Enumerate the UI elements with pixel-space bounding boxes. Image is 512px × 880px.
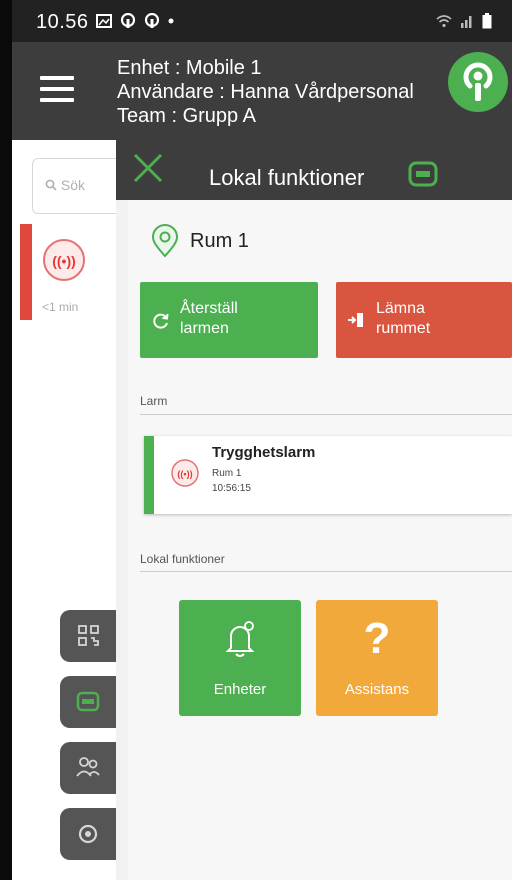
reset-label-line1: Återställ [180, 300, 238, 317]
safety-alarm-icon: ((•)) [171, 459, 199, 487]
reset-label-line2: larmen [180, 320, 229, 337]
close-icon[interactable] [130, 150, 166, 186]
device-button[interactable] [60, 676, 116, 728]
leave-room-label: Lämna rummet [376, 299, 430, 339]
alarm-list-icon[interactable]: ((•)) [36, 236, 92, 284]
people-icon [76, 757, 100, 777]
settings-icon [78, 824, 98, 844]
alarm-room: Rum 1 [212, 468, 242, 479]
phone-screen: 10.56 Enhet : Mobile 1 Användare : Hanna… [12, 0, 512, 880]
signal-icon [461, 16, 472, 28]
room-indicator: Rum 1 [150, 224, 249, 258]
alarm-status-strip [20, 224, 32, 320]
panel-header: Lokal funktioner [116, 140, 512, 200]
image-icon [96, 14, 112, 28]
alarm-card[interactable]: ((•)) Trygghetslarm Rum 1 10:56:15 [144, 436, 512, 514]
alarm-age: <1 min [42, 300, 79, 314]
room-name: Rum 1 [190, 229, 249, 252]
battery-icon [482, 13, 492, 29]
alarm-time: 10:56:15 [212, 483, 251, 494]
leave-room-button[interactable]: Lämna rummet [336, 282, 512, 358]
qr-code-icon [78, 625, 99, 646]
reset-alarms-button[interactable]: Återställ larmen [140, 282, 318, 358]
app-header: Enhet : Mobile 1 Användare : Hanna Vårdp… [12, 42, 512, 140]
device-line: Enhet : Mobile 1 [117, 57, 262, 79]
panel-body: Rum 1 Återställ larmen Lämna rummet Larm… [128, 200, 512, 880]
user-line: Användare : Hanna Vårdpersonal [117, 81, 414, 103]
bell-settings-icon [225, 621, 255, 657]
user-info: Enhet : Mobile 1 Användare : Hanna Vårdp… [117, 56, 447, 128]
wifi-icon [436, 15, 452, 28]
app-notification-icon [144, 13, 160, 28]
status-bar: 10.56 [12, 0, 512, 42]
question-mark-icon: ? [363, 614, 391, 663]
assistans-tile[interactable]: ? Assistans [316, 600, 438, 716]
assistans-label: Assistans [344, 681, 410, 698]
app-logo-icon [448, 52, 508, 112]
enheter-tile[interactable]: Enheter [179, 600, 301, 716]
functions-section-label: Lokal funktioner [140, 552, 225, 566]
enheter-label: Enheter [213, 681, 267, 698]
search-placeholder: Sök [60, 177, 86, 193]
alarm-name: Trygghetslarm [212, 444, 316, 461]
hamburger-menu-icon[interactable] [40, 76, 74, 104]
functions-section-divider [140, 571, 512, 572]
team-line: Team : Grupp A [117, 105, 256, 127]
settings-button[interactable] [60, 808, 116, 860]
dot-icon [168, 18, 174, 24]
refresh-icon [153, 313, 169, 329]
svg-text:((•)): ((•)) [52, 253, 76, 269]
leave-label-line2: rummet [376, 320, 431, 337]
search-icon [45, 179, 57, 191]
alarm-section-divider [140, 414, 512, 415]
status-right-icons [436, 13, 492, 29]
device-icon [76, 691, 100, 712]
app-notification-icon [120, 13, 136, 28]
alarm-section-label: Larm [140, 394, 168, 408]
qr-code-button[interactable] [60, 610, 116, 662]
svg-text:((•)): ((•)) [177, 469, 192, 479]
exit-door-icon [348, 313, 363, 327]
people-button[interactable] [60, 742, 116, 794]
status-time: 10.56 [36, 11, 89, 33]
local-functions-panel: Lokal funktioner Rum 1 Återställ larmen … [116, 140, 512, 880]
leave-label-line1: Lämna [376, 300, 425, 317]
reset-alarms-label: Återställ larmen [180, 299, 238, 339]
status-notification-icons [96, 13, 174, 29]
device-icon [408, 161, 438, 187]
location-pin-icon [151, 224, 179, 258]
panel-title: Lokal funktioner [209, 165, 365, 190]
